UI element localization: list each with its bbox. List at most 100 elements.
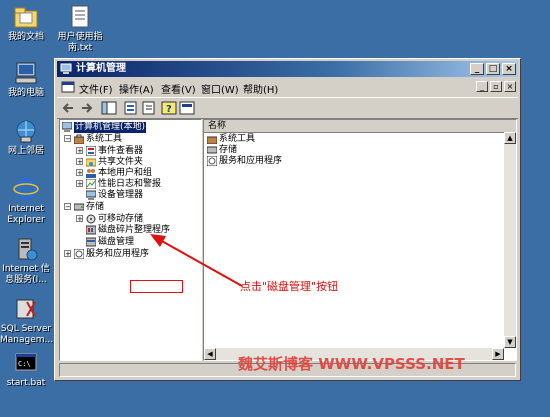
toolbar: ? (57, 97, 518, 119)
tree-item-label: 磁盘管理 (98, 237, 135, 247)
help-icon[interactable]: ? (161, 101, 177, 115)
menu-window[interactable]: 窗口(W) (201, 81, 239, 96)
scroll-left-button[interactable]: ◀ (204, 348, 216, 360)
watermark-text: 魏艾斯博客 WWW.VPSSS.NET (238, 355, 465, 373)
desktop-icon-my-documents[interactable]: 我的文档 (0, 4, 52, 43)
text-file-icon (67, 4, 93, 30)
column-header-name[interactable]: 名称 (204, 120, 516, 133)
desktop-icon-ie[interactable]: e Internet Explorer (0, 176, 52, 226)
expand-toggle[interactable]: + (76, 147, 83, 155)
list-item-label: 服务和应用程序 (219, 156, 283, 166)
tree-item-label: 磁盘碎片整理程序 (98, 225, 171, 235)
title-bar[interactable]: 计算机管理 _ □ × (57, 61, 518, 77)
desktop-icon-label: 我的文档 (7, 32, 44, 42)
collapse-toggle[interactable]: − (64, 203, 71, 211)
list-item-label: 存储 (219, 145, 238, 155)
expand-toggle[interactable]: + (76, 180, 83, 188)
tree-item-label: 共享文件夹 (98, 157, 144, 167)
export-list-icon[interactable] (141, 101, 157, 115)
desktop-icon-network[interactable]: 网上邻居 (0, 118, 52, 157)
desktop-icon-label: Internet 信息服务(I... (2, 264, 50, 285)
desktop-icon-label: 我的电脑 (7, 88, 44, 98)
menu-bar: 文件(F) 操作(A) 查看(V) 窗口(W) 帮助(H) _ ▫ × (57, 78, 518, 96)
maximize-button[interactable]: □ (486, 63, 500, 75)
folder-documents-icon (13, 4, 39, 30)
back-arrow-icon[interactable] (61, 101, 77, 115)
vertical-scrollbar[interactable]: ▲ ▼ (504, 132, 516, 348)
tree-item-label: 设备管理器 (98, 190, 144, 200)
performance-logs-icon (85, 178, 97, 190)
list-item-label: 系统工具 (219, 134, 256, 144)
desktop-icon-label: 网上邻居 (7, 146, 44, 156)
tree-item-label: 系统工具 (86, 134, 123, 144)
svg-text:C:\: C:\ (18, 360, 31, 368)
scroll-down-button[interactable]: ▼ (504, 336, 516, 348)
users-icon (86, 168, 96, 178)
storage-icon (73, 202, 85, 212)
network-places-icon (13, 118, 39, 144)
tree-item-label: 服务和应用程序 (86, 249, 150, 259)
child-minimize-button[interactable]: _ (476, 81, 488, 92)
column-header-label: 名称 (208, 121, 227, 131)
tree-item-label: 本地用户和组 (98, 168, 153, 178)
mmc-document-icon[interactable] (61, 80, 75, 94)
desktop-icon-my-computer[interactable]: 我的电脑 (0, 60, 52, 99)
menu-help[interactable]: 帮助(H) (243, 81, 278, 96)
iis-manager-icon (13, 236, 39, 262)
disk-management-icon (85, 237, 97, 247)
desktop-icon-label: 用户使用指南.txt (57, 32, 103, 53)
minimize-button[interactable]: _ (470, 63, 484, 75)
shared-folder-icon (85, 157, 97, 167)
storage-icon (206, 145, 218, 155)
svg-text:?: ? (166, 104, 172, 115)
removable-storage-icon (86, 214, 96, 224)
expand-toggle[interactable]: + (76, 215, 83, 223)
batch-file-icon: C:\ (13, 350, 39, 376)
scroll-right-button[interactable]: ▶ (492, 348, 504, 360)
my-computer-icon (13, 60, 39, 86)
desktop-icon-label: SQL Server Managem... (0, 324, 54, 345)
expand-toggle[interactable]: + (64, 250, 71, 258)
annotation-text: 点击"磁盘管理"按钮 (240, 280, 339, 293)
console-tree-pane[interactable]: 计算机管理(本地) − 系统工具 + 事件查看器 + 共享文件夹 + 本地用户和… (59, 119, 202, 361)
computer-management-icon (61, 121, 73, 132)
services-icon (206, 155, 218, 167)
tree-item-label: 计算机管理(本地) (74, 122, 147, 133)
computer-management-window: 计算机管理 _ □ × 文件(F) 操作(A) 查看(V) 窗口(W) 帮助(H… (54, 58, 521, 381)
scroll-up-button[interactable]: ▲ (504, 132, 516, 144)
toolbox-icon (73, 134, 85, 145)
defrag-icon (85, 225, 97, 235)
desktop-icon-sql-server[interactable]: SQL Server Managem... (0, 296, 54, 346)
tree-item-label: 存储 (86, 202, 105, 212)
close-button[interactable]: × (502, 63, 516, 75)
menu-view[interactable]: 查看(V) (161, 81, 196, 96)
results-pane[interactable]: 名称 系统工具 存储 服务和应用程序 ▲ ▼ ◀ ▶ (203, 119, 517, 361)
child-restore-button[interactable]: ▫ (490, 81, 502, 92)
forward-arrow-icon[interactable] (79, 101, 95, 115)
toolbox-icon (206, 134, 218, 145)
desktop-icon-iis[interactable]: Internet 信息服务(I... (0, 236, 52, 286)
desktop-icon-user-guide[interactable]: 用户使用指南.txt (54, 4, 106, 54)
computer-management-icon (60, 63, 72, 75)
expand-toggle[interactable]: + (76, 169, 83, 177)
snapin-view-icon[interactable] (179, 101, 195, 115)
event-viewer-icon (85, 145, 97, 157)
menu-action[interactable]: 操作(A) (119, 81, 154, 96)
disk-management-highlight (130, 280, 183, 293)
internet-explorer-icon: e (13, 176, 39, 202)
tree-item-label: 事件查看器 (98, 146, 144, 156)
window-title: 计算机管理 (76, 63, 126, 74)
device-manager-icon (85, 190, 97, 200)
services-icon (73, 248, 85, 260)
expand-toggle[interactable]: + (76, 158, 83, 166)
child-close-button[interactable]: × (504, 81, 516, 92)
collapse-toggle[interactable]: − (64, 135, 71, 143)
desktop-icon-label: start.bat (6, 378, 46, 388)
show-hide-tree-icon[interactable] (101, 101, 117, 115)
desktop-icon-start-bat[interactable]: C:\ start.bat (0, 350, 52, 389)
tree-item-label: 可移动存储 (98, 214, 144, 224)
desktop-icon-label: Internet Explorer (7, 204, 45, 225)
tree-item-label: 性能日志和警报 (98, 179, 162, 189)
properties-icon[interactable] (123, 101, 139, 115)
menu-file[interactable]: 文件(F) (79, 81, 113, 96)
